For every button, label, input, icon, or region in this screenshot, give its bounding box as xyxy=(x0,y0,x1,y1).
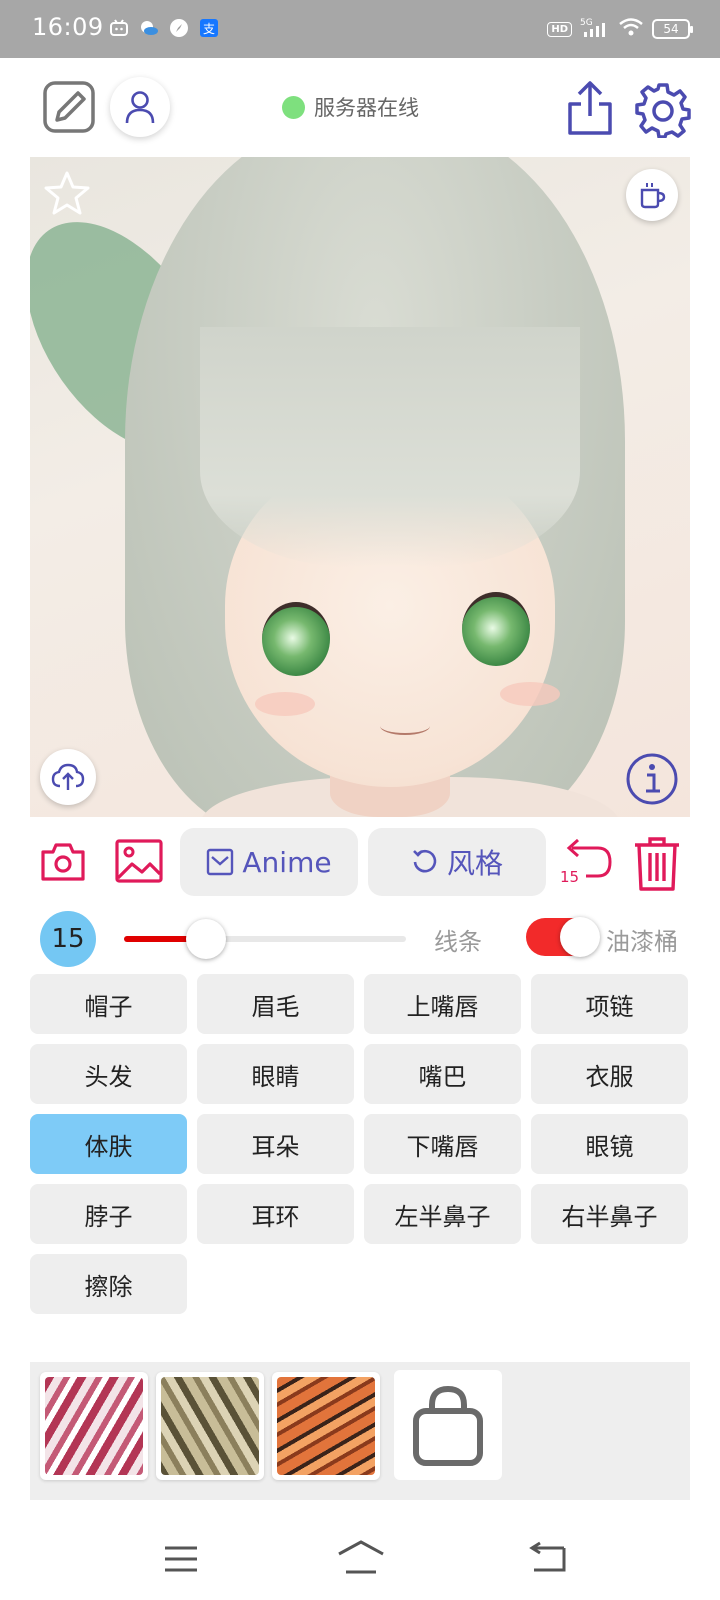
system-nav-bar xyxy=(0,1520,720,1600)
artwork-right-blush xyxy=(500,682,560,706)
user-profile-button[interactable] xyxy=(110,77,170,137)
segment-grid: 帽子 眉毛 上嘴唇 项链 头发 眼睛 嘴巴 衣服 体肤 耳朵 下嘴唇 眼镜 脖子… xyxy=(30,974,690,1314)
top-toolbar: 服务器在线 xyxy=(0,58,720,156)
segment-glasses[interactable]: 眼镜 xyxy=(531,1114,688,1174)
segment-necklace[interactable]: 项链 xyxy=(531,974,688,1034)
status-time: 16:09 xyxy=(32,13,104,41)
brush-controls: 15 线条 油漆桶 xyxy=(0,908,720,968)
bilibili-icon xyxy=(108,17,130,39)
action-row: Anime 风格 15 xyxy=(0,826,720,898)
artwork-mouth xyxy=(380,717,430,735)
coffee-button[interactable] xyxy=(626,169,678,221)
mail-box-icon xyxy=(207,848,234,876)
segment-ears[interactable]: 耳朵 xyxy=(197,1114,354,1174)
artwork-canvas[interactable] xyxy=(30,157,690,817)
weather-icon xyxy=(138,17,160,39)
status-system-icons: HD 5G 54 xyxy=(547,16,693,42)
user-icon xyxy=(125,91,155,124)
svg-text:支: 支 xyxy=(203,22,215,36)
segment-eyebrows[interactable]: 眉毛 xyxy=(197,974,354,1034)
segment-mouth[interactable]: 嘴巴 xyxy=(364,1044,521,1104)
cloud-upload-icon xyxy=(51,763,85,790)
server-status: 服务器在线 xyxy=(282,92,419,122)
texture-store-button[interactable] xyxy=(394,1370,502,1480)
anime-mode-button[interactable]: Anime xyxy=(180,828,358,896)
server-status-text: 服务器在线 xyxy=(314,96,419,120)
undo-count: 15 xyxy=(560,868,580,886)
server-status-dot xyxy=(282,95,305,119)
battery-indicator: 54 xyxy=(652,19,693,39)
gallery-icon[interactable] xyxy=(114,838,164,884)
back-icon[interactable] xyxy=(528,1540,568,1576)
texture-swatch-olive[interactable] xyxy=(156,1372,264,1480)
segment-hair[interactable]: 头发 xyxy=(30,1044,187,1104)
edit-icon[interactable] xyxy=(42,80,96,134)
svg-text:5G: 5G xyxy=(580,18,593,28)
segment-erase[interactable]: 擦除 xyxy=(30,1254,187,1314)
segment-eyes[interactable]: 眼睛 xyxy=(197,1044,354,1104)
texture-swatch-orange[interactable] xyxy=(272,1372,380,1480)
share-icon[interactable] xyxy=(565,80,615,136)
segment-earrings[interactable]: 耳环 xyxy=(197,1184,354,1244)
star-icon[interactable] xyxy=(42,169,92,219)
style-label: 风格 xyxy=(446,847,503,880)
texture-palette xyxy=(30,1362,690,1500)
trash-icon[interactable] xyxy=(632,836,682,892)
segment-lower-lip[interactable]: 下嘴唇 xyxy=(364,1114,521,1174)
menu-icon[interactable] xyxy=(163,1542,199,1576)
segment-right-nose[interactable]: 右半鼻子 xyxy=(531,1184,688,1244)
segment-neck[interactable]: 脖子 xyxy=(30,1184,187,1244)
alipay-icon: 支 xyxy=(198,17,220,39)
status-notification-icons: 支 xyxy=(108,17,220,39)
segment-clothes[interactable]: 衣服 xyxy=(531,1044,688,1104)
style-button[interactable]: 风格 xyxy=(368,828,546,896)
line-mode-label: 线条 xyxy=(434,928,482,956)
artwork-left-blush xyxy=(255,692,315,716)
brush-size-slider[interactable] xyxy=(124,919,406,959)
signal-icon: 5G xyxy=(580,16,610,42)
bucket-toggle[interactable] xyxy=(526,917,600,957)
segment-hat[interactable]: 帽子 xyxy=(30,974,187,1034)
upload-button[interactable] xyxy=(40,749,96,805)
undo-icon[interactable] xyxy=(558,834,614,896)
shopping-bag-icon xyxy=(413,1385,483,1466)
segment-skin[interactable]: 体肤 xyxy=(30,1114,187,1174)
artwork-right-eye xyxy=(462,592,530,666)
wifi-icon xyxy=(618,17,644,41)
home-icon[interactable] xyxy=(336,1538,386,1578)
bucket-mode-label: 油漆桶 xyxy=(606,928,678,956)
camera-icon[interactable] xyxy=(40,840,86,882)
artwork-left-eye xyxy=(262,602,330,676)
hd-badge: HD xyxy=(547,21,572,37)
brush-size-badge: 15 xyxy=(40,911,96,967)
compass-icon xyxy=(168,17,190,39)
settings-icon[interactable] xyxy=(635,82,691,139)
bucket-toggle-knob xyxy=(560,917,600,957)
status-bar: 16:09 支 HD 5G 54 xyxy=(0,0,720,58)
segment-left-nose[interactable]: 左半鼻子 xyxy=(364,1184,521,1244)
segment-upper-lip[interactable]: 上嘴唇 xyxy=(364,974,521,1034)
artwork-bangs xyxy=(200,327,580,567)
refresh-icon xyxy=(413,849,437,873)
info-icon[interactable] xyxy=(624,751,680,807)
texture-swatch-pink[interactable] xyxy=(40,1372,148,1480)
anime-mode-label: Anime xyxy=(242,845,332,879)
coffee-cup-icon xyxy=(640,183,666,209)
brush-size-thumb[interactable] xyxy=(185,919,226,959)
